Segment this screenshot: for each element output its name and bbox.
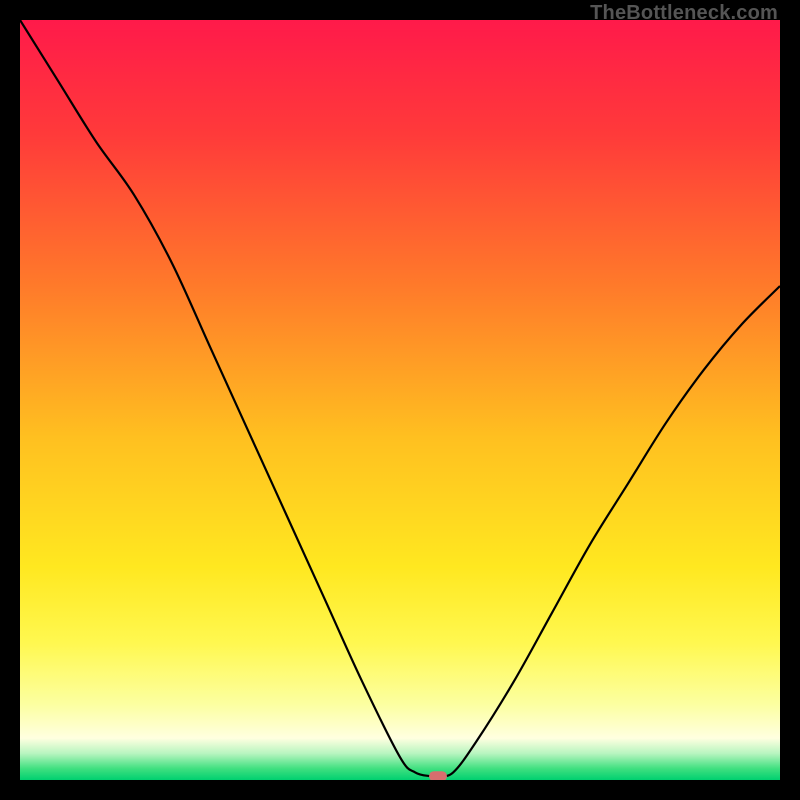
watermark: TheBottleneck.com bbox=[590, 2, 778, 25]
chart-frame: TheBottleneck.com bbox=[0, 0, 800, 800]
bottleneck-chart bbox=[20, 20, 780, 780]
optimal-marker bbox=[429, 771, 447, 780]
chart-background bbox=[20, 20, 780, 780]
